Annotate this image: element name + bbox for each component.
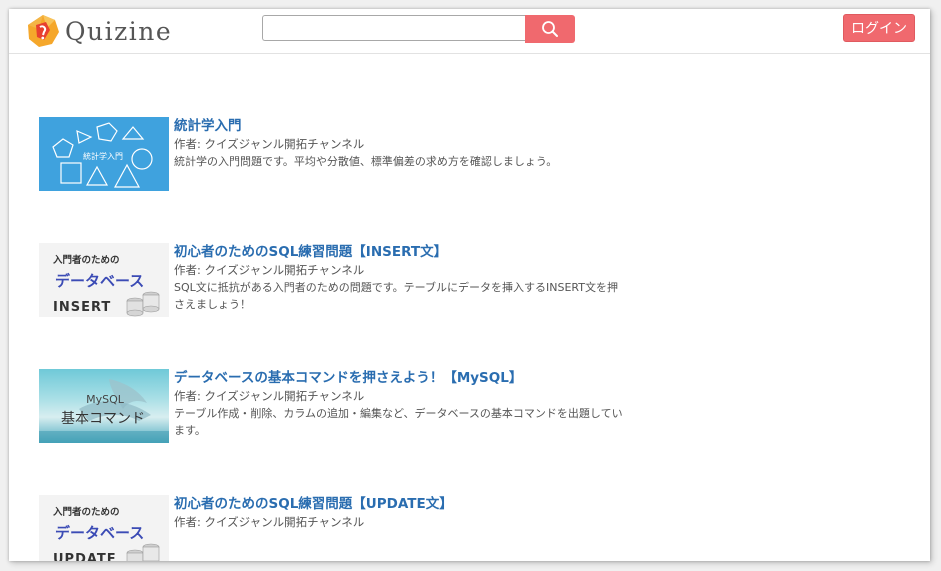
browser-viewport: Quizine ログイン 統計学入門 統計学入門 作者: クイズジャンル開拓チャ… bbox=[9, 9, 930, 561]
shapes-illustration: 統計学入門 bbox=[52, 122, 153, 188]
thumb-line1: 入門者のための bbox=[52, 506, 120, 518]
quiz-description: テーブル作成・削除、カラムの追加・編集など、データベースの基本コマンドを出題して… bbox=[174, 407, 623, 437]
quiz-info: データベースの基本コマンドを押さえよう！【MySQL】 作者: クイズジャンル開… bbox=[174, 369, 624, 439]
thumb-line2: データベース bbox=[55, 272, 144, 290]
thumb-line2: 基本コマンド bbox=[61, 410, 145, 427]
quiz-author: 作者: クイズジャンル開拓チャンネル bbox=[174, 263, 365, 277]
mysql-illustration: MySQL 基本コマンド bbox=[39, 379, 169, 443]
logo-text: Quizine bbox=[65, 16, 173, 46]
site-header: Quizine ログイン bbox=[9, 9, 930, 54]
site-logo[interactable]: Quizine bbox=[25, 13, 172, 49]
quiz-description: 統計学の入門問題です。平均や分散値、標準偏差の求め方を確認しましょう。 bbox=[174, 155, 558, 168]
quiz-author: 作者: クイズジャンル開拓チャンネル bbox=[174, 389, 365, 403]
quiz-thumbnail[interactable]: 入門者のための データベース INSERT bbox=[39, 243, 169, 317]
thumb-line1: 入門者のための bbox=[52, 254, 120, 266]
quiz-info: 初心者のためのSQL練習問題【INSERT文】 作者: クイズジャンル開拓チャン… bbox=[174, 243, 624, 313]
quiz-title-link[interactable]: 初心者のためのSQL練習問題【INSERT文】 bbox=[174, 243, 624, 261]
search-button[interactable] bbox=[525, 15, 575, 43]
quiz-info: 初心者のためのSQL練習問題【UPDATE文】 作者: クイズジャンル開拓チャン… bbox=[174, 495, 624, 531]
thumb-line2: データベース bbox=[55, 524, 144, 542]
quiz-thumbnail[interactable]: 統計学入門 bbox=[39, 117, 169, 191]
list-item: 統計学入門 統計学入門 作者: クイズジャンル開拓チャンネル 統計学の入門問題で… bbox=[39, 117, 639, 201]
database-illustration: 入門者のための データベース UPDATE bbox=[52, 506, 160, 561]
search-input[interactable] bbox=[262, 15, 525, 41]
thumb-line3: INSERT bbox=[53, 300, 111, 315]
quiz-thumbnail[interactable]: 入門者のための データベース UPDATE bbox=[39, 495, 169, 561]
database-illustration: 入門者のための データベース INSERT bbox=[52, 254, 160, 317]
quiz-author: 作者: クイズジャンル開拓チャンネル bbox=[174, 515, 365, 529]
thumb-label: 統計学入門 bbox=[83, 151, 123, 161]
thumb-line1: MySQL bbox=[86, 393, 125, 406]
quiz-title-link[interactable]: 統計学入門 bbox=[174, 117, 624, 135]
thumb-line3: UPDATE bbox=[53, 552, 117, 561]
list-item: 入門者のための データベース INSERT 初心者のためのSQL練習問題【INS… bbox=[39, 243, 639, 327]
quiz-info: 統計学入門 作者: クイズジャンル開拓チャンネル 統計学の入門問題です。平均や分… bbox=[174, 117, 624, 170]
database-icon bbox=[126, 543, 160, 561]
login-button[interactable]: ログイン bbox=[843, 14, 915, 42]
logo-icon bbox=[28, 15, 59, 47]
quiz-title-link[interactable]: 初心者のためのSQL練習問題【UPDATE文】 bbox=[174, 495, 624, 513]
search-bar bbox=[262, 15, 575, 43]
quiz-description: SQL文に抵抗がある入門者のための問題です。テーブルにデータを挿入するINSER… bbox=[174, 281, 618, 311]
quiz-title-link[interactable]: データベースの基本コマンドを押さえよう！【MySQL】 bbox=[174, 369, 624, 387]
list-item: 入門者のための データベース UPDATE 初心者のためのSQL練習問題【UPD… bbox=[39, 495, 639, 561]
quiz-thumbnail[interactable]: MySQL 基本コマンド bbox=[39, 369, 169, 443]
search-icon bbox=[542, 21, 558, 37]
list-item: MySQL 基本コマンド データベースの基本コマンドを押さえよう！【MySQL】… bbox=[39, 369, 639, 453]
quiz-author: 作者: クイズジャンル開拓チャンネル bbox=[174, 137, 365, 151]
database-icon bbox=[126, 291, 160, 317]
